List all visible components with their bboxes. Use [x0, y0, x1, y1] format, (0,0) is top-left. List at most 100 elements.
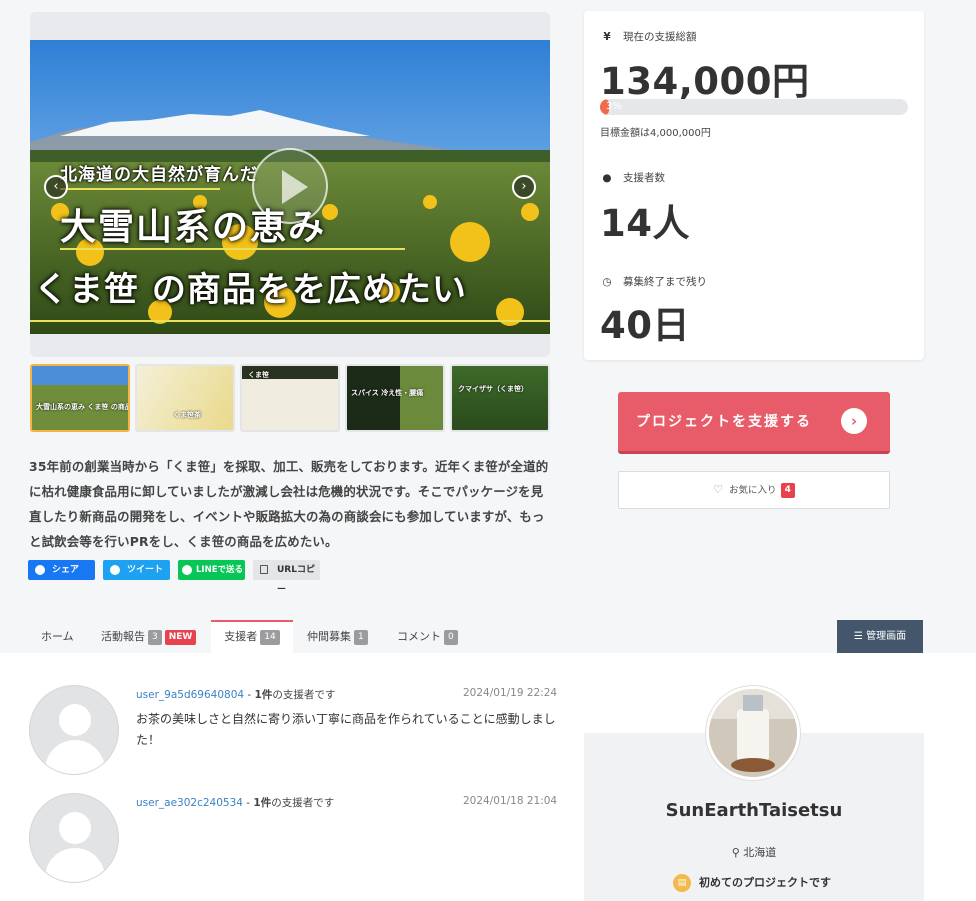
new-badge: NEW — [164, 629, 197, 645]
url-copy-label: URLコピー — [277, 565, 315, 595]
twitter-share-label: ツイート — [127, 565, 164, 575]
line-icon — [182, 565, 192, 575]
first-project-text: 初めてのプロジェクトです — [699, 876, 831, 889]
tab-home[interactable]: ホーム — [41, 620, 74, 653]
remaining-value: 40日 — [600, 304, 690, 347]
chevron-right-icon[interactable]: › — [512, 175, 536, 199]
thumbnail-strip: 大雪山系の恵み くま笹 の商品を広めたい くま笹茶 くま笹 スパイス 冷え性・腰… — [30, 364, 550, 432]
tab-activity-count: 3 — [148, 629, 162, 645]
menu-icon: ☰ — [853, 631, 867, 642]
play-icon[interactable] — [252, 148, 328, 224]
chevron-left-icon[interactable]: ‹ — [44, 175, 68, 199]
owner-name[interactable]: SunEarthTaisetsu — [584, 800, 924, 821]
thumbnail-caption: クマイザサ（くま笹） — [458, 385, 528, 393]
tab-backers-label: 支援者 — [224, 630, 258, 643]
tab-home-label: ホーム — [41, 630, 74, 643]
support-project-button[interactable]: プロジェクトを支援する › — [618, 392, 890, 454]
thumbnail-4[interactable]: スパイス 冷え性・腰痛 — [345, 364, 445, 432]
hero-underline — [60, 248, 405, 250]
backer-username[interactable]: user_ae302c240534 — [136, 797, 243, 809]
project-header-area: 北海道の大自然が育んだ 大雪山系の恵み くま笹 の商品をを広めたい ‹ › 大雪… — [0, 0, 976, 653]
backer-suffix: の支援者です — [271, 797, 335, 809]
funding-progress-text: 3% — [606, 101, 622, 112]
remaining-label-text: 募集終了まで残り — [623, 276, 707, 288]
twitter-share-button[interactable]: ツイート — [103, 560, 170, 580]
tab-comments[interactable]: コメント 0 — [397, 620, 458, 653]
thumbnail-5[interactable]: クマイザサ（くま笹） — [450, 364, 550, 432]
clock-icon: ◷ — [602, 276, 612, 288]
facebook-share-button[interactable]: シェア — [28, 560, 95, 580]
backer-meta: user_9a5d69640804 - 1件の支援者です — [136, 687, 335, 702]
owner-avatar[interactable] — [706, 686, 800, 780]
backers-label: ● 支援者数 — [600, 170, 665, 185]
thumbnail-caption: くま笹茶 — [173, 411, 201, 419]
admin-panel-button[interactable]: ☰ 管理画面 — [837, 620, 923, 653]
backers-label-text: 支援者数 — [623, 172, 665, 184]
hero-caption-line1: 北海道の大自然が育んだ — [60, 165, 258, 185]
tab-comments-count: 0 — [444, 629, 458, 645]
funding-progress-bar: 3% — [600, 99, 908, 115]
tab-backers[interactable]: 支援者 14 — [211, 620, 293, 653]
tab-activity-reports[interactable]: 活動報告 3 NEW — [101, 620, 197, 653]
url-copy-button[interactable]: URLコピー — [253, 560, 320, 595]
backer-suffix: の支援者です — [272, 689, 336, 701]
owner-avatar-image — [709, 689, 797, 777]
map-pin-icon: ⚲ — [731, 846, 744, 859]
thumbnail-caption: くま笹 — [248, 371, 269, 379]
tab-recruit-count: 1 — [354, 629, 368, 645]
line-share-label: LINEで送る — [196, 565, 243, 575]
remaining-label: ◷ 募集終了まで残り — [600, 274, 707, 289]
project-description: 35年前の創業当時から「くま笹」を採取、加工、販売をしております。近年くま笹が全… — [29, 459, 549, 549]
facebook-share-label: シェア — [52, 565, 80, 575]
favorite-count-badge: 4 — [780, 483, 795, 498]
backer-date: 2024/01/19 22:24 — [463, 687, 558, 699]
first-project-note: ▤ 初めてのプロジェクトです — [673, 874, 831, 892]
project-tabs: ホーム 活動報告 3 NEW 支援者 14 仲間募集 1 コメント 0 — [0, 620, 976, 653]
facebook-icon — [35, 565, 45, 575]
support-project-label: プロジェクトを支援する — [636, 414, 812, 430]
total-amount-value: 134,000円 — [600, 60, 810, 103]
backer-meta: user_ae302c240534 - 1件の支援者です — [136, 795, 334, 810]
thumbnail-caption: 大雪山系の恵み くま笹 の商品を広めたい — [36, 403, 128, 411]
thumbnail-caption: スパイス 冷え性・腰痛 — [351, 389, 424, 397]
hero-underline — [60, 188, 220, 190]
owner-location: ⚲ 北海道 — [584, 844, 924, 860]
tab-backers-count: 14 — [260, 629, 280, 645]
backers-value: 14人 — [600, 202, 690, 245]
backer-date: 2024/01/18 21:04 — [463, 795, 558, 807]
heart-icon: ♡ — [713, 483, 724, 496]
backer-count: 1件 — [254, 689, 273, 701]
twitter-icon — [110, 565, 120, 575]
tab-activity-label: 活動報告 — [101, 630, 145, 643]
line-share-button[interactable]: LINEで送る — [178, 560, 245, 580]
hero-caption-line3: くま笹 の商品をを広めたい — [34, 270, 467, 310]
backer-comment: お茶の美味しさと自然に寄り添い丁寧に商品を作られていることに感動しました！ — [136, 712, 556, 747]
funding-stats-card: ¥ 現在の支援総額 134,000円 3% 目標金額は4,000,000円 ● 支援… — [584, 11, 924, 360]
tab-recruit-label: 仲間募集 — [307, 630, 351, 643]
backer-username[interactable]: user_9a5d69640804 — [136, 689, 244, 701]
admin-panel-label: 管理画面 — [866, 631, 907, 642]
arrow-right-icon: › — [841, 408, 867, 434]
favorite-button[interactable]: ♡ お気に入り 4 — [618, 471, 890, 509]
favorite-label: お気に入り — [729, 485, 777, 496]
backer-count: 1件 — [253, 797, 272, 809]
yen-icon: ¥ — [603, 31, 611, 43]
avatar[interactable] — [29, 685, 119, 775]
owner-location-text: 北海道 — [743, 846, 777, 859]
backer-separator: - — [244, 689, 255, 701]
document-icon: ▤ — [673, 874, 691, 892]
person-icon: ● — [602, 172, 612, 184]
tab-comments-label: コメント — [397, 630, 441, 643]
main-video[interactable]: 北海道の大自然が育んだ 大雪山系の恵み くま笹 の商品をを広めたい ‹ › — [30, 12, 550, 357]
goal-amount: 目標金額は4,000,000円 — [600, 128, 711, 139]
backer-separator: - — [242, 797, 254, 809]
thumbnail-1[interactable]: 大雪山系の恵み くま笹 の商品を広めたい — [30, 364, 130, 432]
avatar[interactable] — [29, 793, 119, 883]
thumbnail-3[interactable]: くま笹 — [240, 364, 340, 432]
total-amount-label: ¥ 現在の支援総額 — [600, 29, 697, 44]
copy-icon — [260, 565, 268, 574]
tab-recruit[interactable]: 仲間募集 1 — [307, 620, 368, 653]
hero-underline — [30, 320, 550, 322]
total-amount-label-text: 現在の支援総額 — [623, 31, 697, 43]
thumbnail-2[interactable]: くま笹茶 — [135, 364, 235, 432]
